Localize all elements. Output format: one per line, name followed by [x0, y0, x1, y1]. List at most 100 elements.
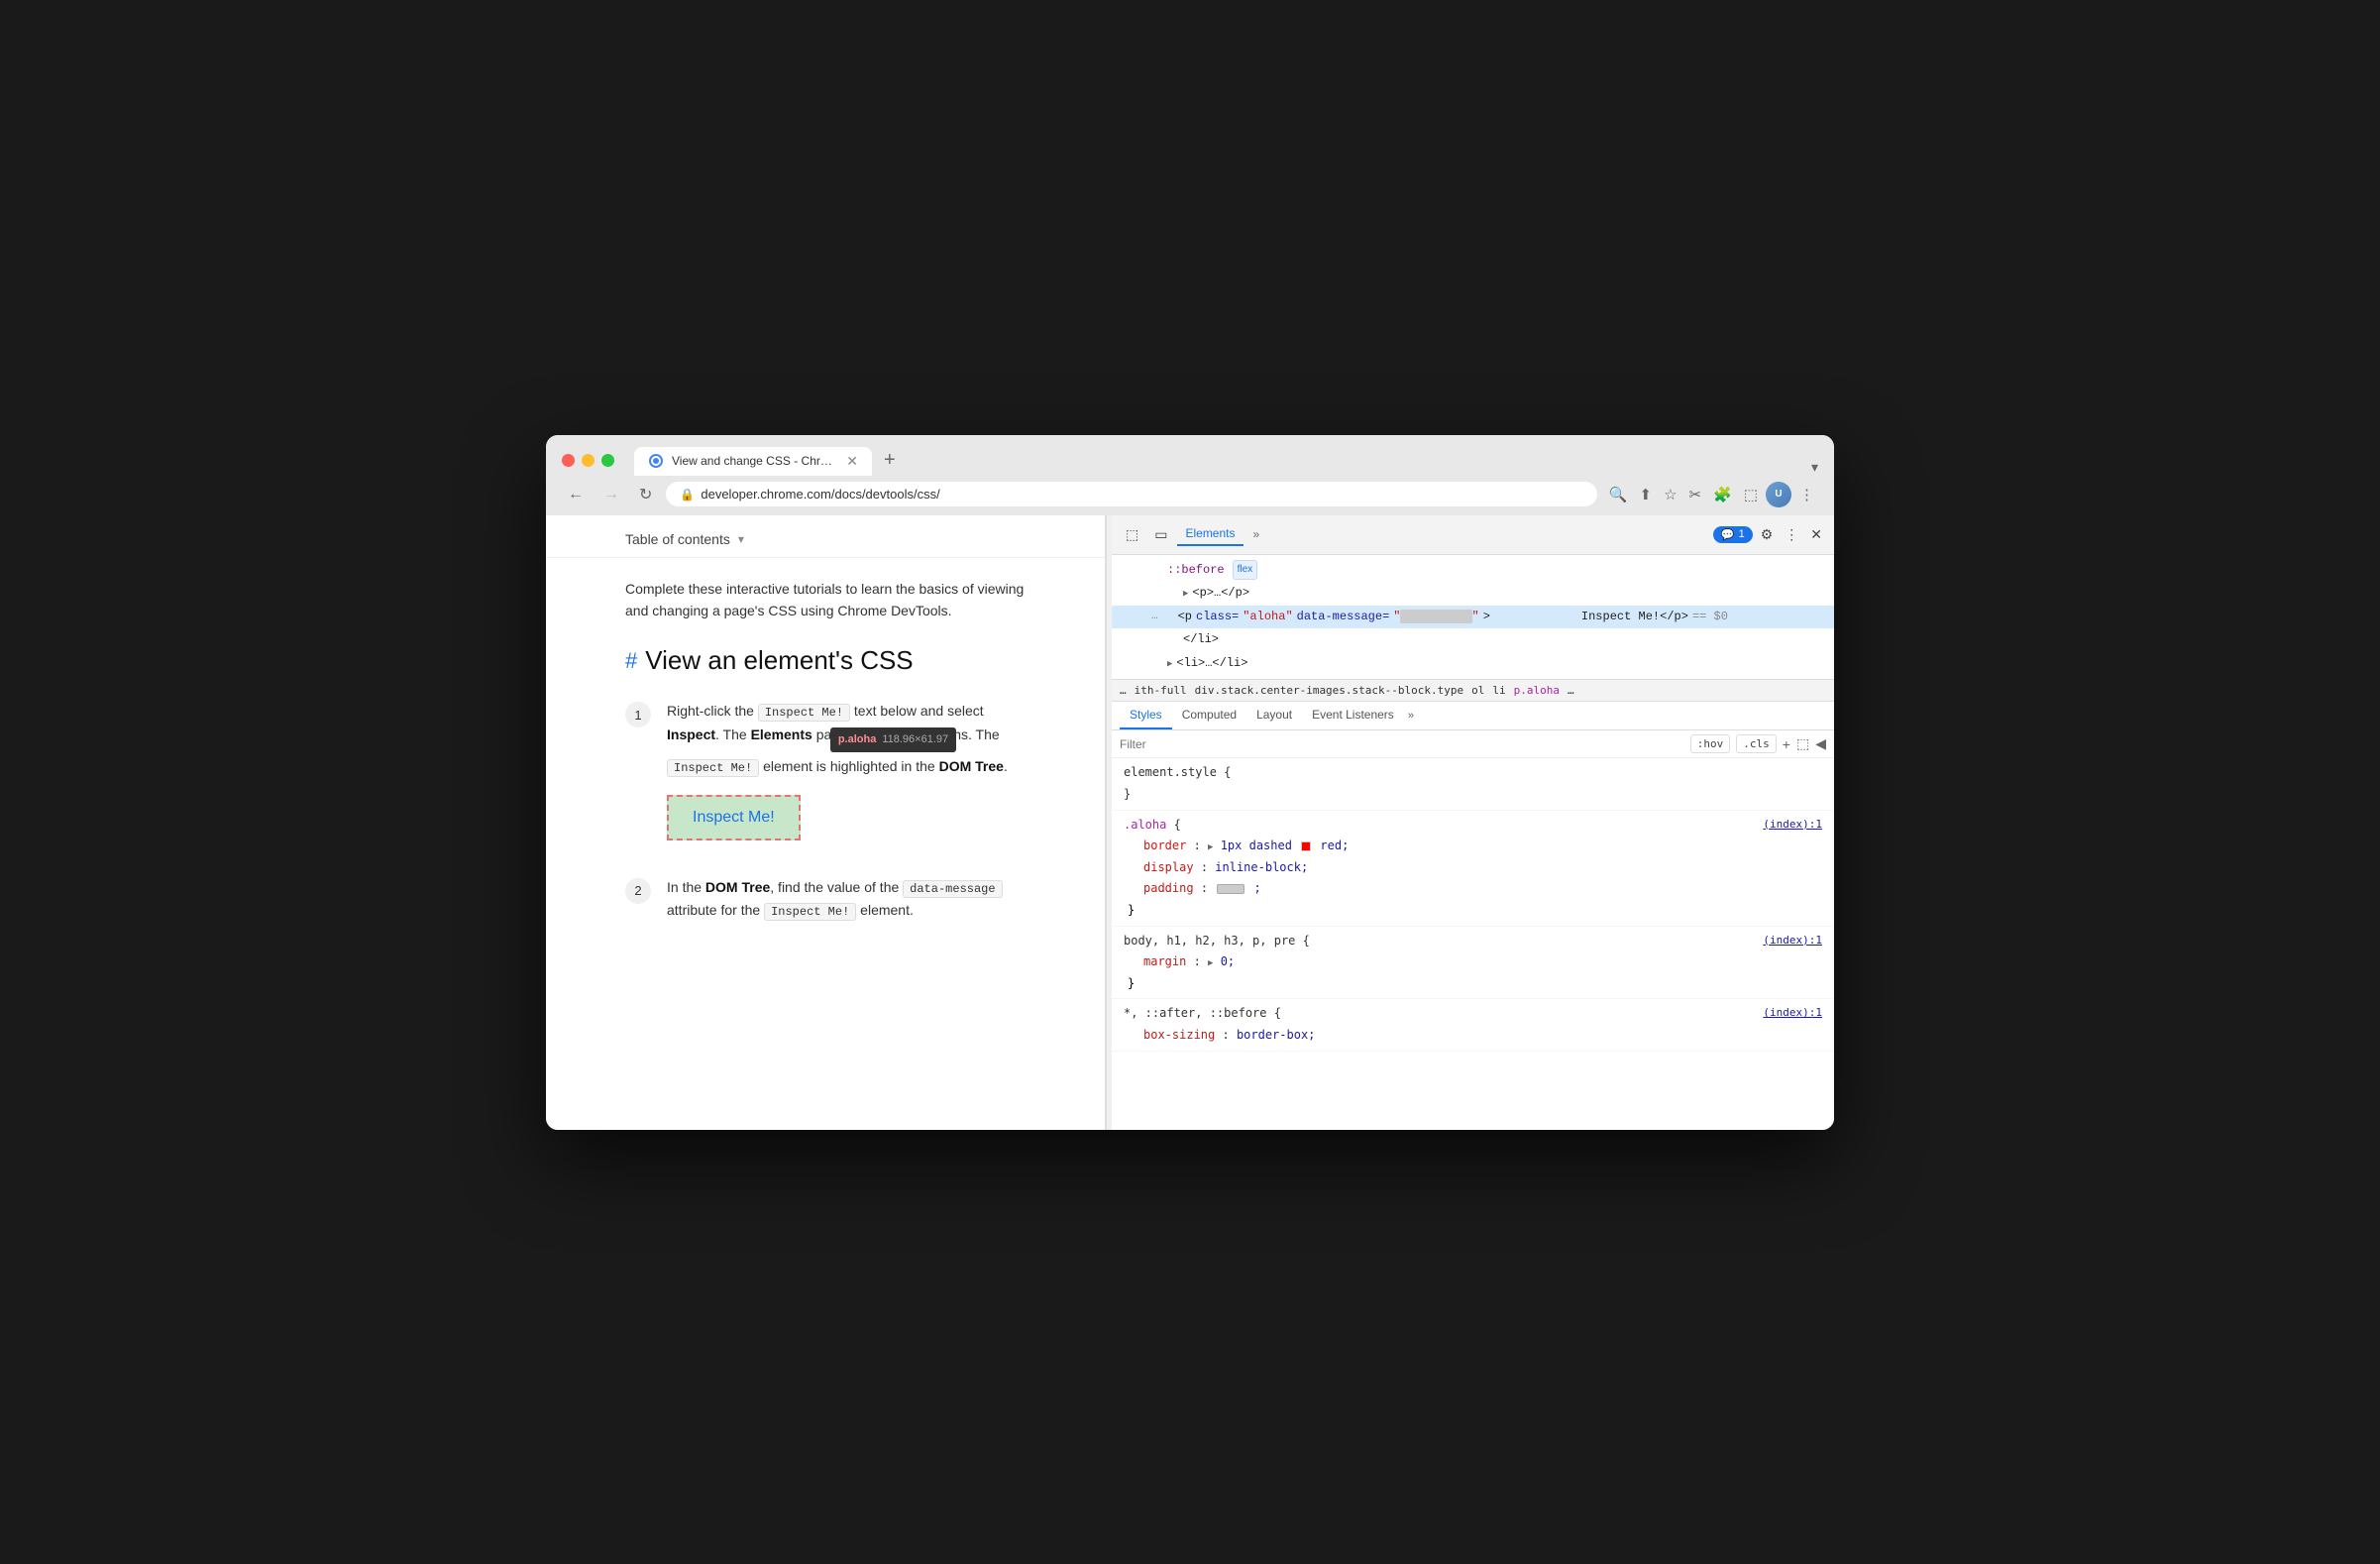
- bc-ol[interactable]: ol: [1471, 684, 1484, 697]
- border-triangle[interactable]: ▶: [1208, 842, 1213, 852]
- filter-actions: :hov .cls + ⬚ ◀: [1690, 734, 1826, 753]
- border-prop: border : ▶ 1px dashed red;: [1124, 836, 1822, 857]
- share-icon[interactable]: ⬆: [1636, 482, 1657, 507]
- back-button[interactable]: ←: [562, 484, 590, 505]
- url-text: developer.chrome.com/docs/devtools/css/: [701, 487, 1582, 502]
- step-1: 1 Right-click the Inspect Me! text below…: [625, 700, 1026, 855]
- address-field[interactable]: 🔒 developer.chrome.com/docs/devtools/css…: [666, 482, 1596, 506]
- body-source[interactable]: (index):1: [1763, 931, 1822, 950]
- page-content: Complete these interactive tutorials to …: [546, 558, 1105, 963]
- expand-triangle[interactable]: ▶: [1183, 586, 1188, 602]
- user-avatar[interactable]: U: [1766, 482, 1791, 507]
- section-heading: # View an element's CSS: [625, 645, 1026, 676]
- notifications-badge[interactable]: 💬 1: [1713, 526, 1753, 543]
- toc-header[interactable]: Table of contents ▾: [546, 515, 1105, 558]
- address-bar: ← → ↻ 🔒 developer.chrome.com/docs/devtoo…: [546, 476, 1834, 515]
- more-tabs-icon[interactable]: »: [1408, 710, 1414, 722]
- dom-line-p-aloha[interactable]: … <p class= "aloha" data-message= "█████…: [1112, 606, 1834, 629]
- aloha-source[interactable]: (index):1: [1763, 815, 1822, 835]
- element-style-selector: element.style {: [1124, 762, 1822, 784]
- body-selector: body, h1, h2, h3, p, pre {: [1124, 934, 1310, 948]
- before-pseudo: ::before: [1167, 560, 1225, 582]
- element-picker-button[interactable]: ⬚: [1120, 522, 1144, 547]
- badge-count: 1: [1739, 528, 1745, 540]
- dom-line-li-more: ▶ <li>…</li>: [1112, 652, 1834, 676]
- filter-bar: :hov .cls + ⬚ ◀: [1112, 730, 1834, 758]
- tab-close-button[interactable]: ✕: [846, 453, 858, 470]
- aloha-selector: .aloha {: [1124, 818, 1181, 832]
- tab-favicon: [648, 453, 664, 469]
- cls-filter-button[interactable]: .cls: [1736, 734, 1777, 753]
- li-expand-triangle[interactable]: ▶: [1167, 656, 1172, 672]
- dom-line-p-collapsed: ▶ <p>…</p>: [1112, 582, 1834, 606]
- red-color-swatch[interactable]: [1301, 841, 1311, 851]
- bc-end-ellipsis[interactable]: …: [1568, 684, 1574, 697]
- add-style-button[interactable]: +: [1783, 736, 1790, 752]
- event-listeners-tab[interactable]: Event Listeners: [1302, 702, 1404, 729]
- step-1-number: 1: [625, 702, 651, 727]
- margin-triangle[interactable]: ▶: [1208, 958, 1213, 968]
- toolbar-icons: 🔍 ⬆ ☆ ✂ 🧩 ⬚ U ⋮: [1605, 482, 1818, 507]
- filter-input[interactable]: [1120, 737, 1682, 751]
- toc-expand-icon[interactable]: ▾: [738, 532, 744, 546]
- p-content: Inspect Me!</p>: [1581, 607, 1688, 628]
- more-options-button[interactable]: ⋮: [1781, 522, 1802, 547]
- bc-p-aloha[interactable]: p.aloha: [1514, 684, 1560, 697]
- device-toggle-button[interactable]: ▭: [1148, 522, 1173, 547]
- tab-expand-icon: ▾: [1811, 459, 1818, 476]
- tooltip-tag: p.aloha: [838, 730, 877, 749]
- minimize-traffic-light[interactable]: [582, 454, 595, 467]
- p-data-msg-value: "██████████": [1393, 607, 1478, 628]
- margin-value: 0;: [1221, 954, 1235, 968]
- border-name: border: [1143, 838, 1186, 852]
- search-icon[interactable]: 🔍: [1605, 482, 1632, 507]
- lock-icon: 🔒: [680, 488, 695, 502]
- hov-filter-button[interactable]: :hov: [1690, 734, 1731, 753]
- step-2-text: In the DOM Tree, find the value of the d…: [667, 876, 1026, 924]
- display-name: display: [1143, 860, 1194, 874]
- p-data-msg-attr: data-message=: [1297, 607, 1390, 628]
- maximize-traffic-light[interactable]: [601, 454, 614, 467]
- close-traffic-light[interactable]: [562, 454, 575, 467]
- new-tab-button[interactable]: +: [876, 445, 904, 476]
- toc-label: Table of contents: [625, 531, 730, 547]
- toggle-sidebar-button[interactable]: ◀: [1815, 735, 1826, 752]
- element-tooltip: p.aloha 118.96×61.97: [830, 727, 956, 752]
- title-bar: View and change CSS - Chrom... ✕ + ▾: [546, 435, 1834, 476]
- tab-title: View and change CSS - Chrom...: [672, 454, 838, 468]
- aloha-rule: (index):1 .aloha { border : ▶ 1px dashed…: [1112, 811, 1834, 927]
- bc-ith-full[interactable]: ith-full: [1135, 684, 1187, 697]
- cut-icon[interactable]: ✂: [1685, 482, 1706, 507]
- step-2-number: 2: [625, 878, 651, 904]
- inspect-me-button[interactable]: Inspect Me!: [667, 795, 801, 840]
- main-content: Table of contents ▾ Complete these inter…: [546, 515, 1834, 1130]
- data-message-inline: data-message: [903, 880, 1002, 898]
- bc-div-stack[interactable]: div.stack.center-images.stack--block.typ…: [1195, 684, 1464, 697]
- elements-keyword: Elements: [751, 726, 812, 742]
- universal-source[interactable]: (index):1: [1763, 1003, 1822, 1023]
- forward-button[interactable]: →: [597, 484, 625, 505]
- profile-icon[interactable]: ⬚: [1740, 482, 1762, 507]
- refresh-button[interactable]: ↻: [633, 483, 658, 506]
- breadcrumb-bar: … ith-full div.stack.center-images.stack…: [1112, 680, 1834, 702]
- elements-tab[interactable]: Elements: [1177, 522, 1243, 546]
- computed-tab[interactable]: Computed: [1172, 702, 1246, 729]
- more-tabs-button[interactable]: »: [1247, 523, 1266, 545]
- menu-icon[interactable]: ⋮: [1795, 482, 1818, 507]
- bc-li[interactable]: li: [1492, 684, 1505, 697]
- new-style-rule-button[interactable]: ⬚: [1796, 735, 1809, 752]
- universal-selector-line: (index):1 *, ::after, ::before {: [1124, 1003, 1822, 1025]
- bookmark-icon[interactable]: ☆: [1660, 482, 1680, 507]
- bc-ellipsis[interactable]: …: [1120, 684, 1127, 697]
- layout-tab[interactable]: Layout: [1246, 702, 1302, 729]
- browser-window: View and change CSS - Chrom... ✕ + ▾ ← →…: [546, 435, 1834, 1130]
- styles-tab[interactable]: Styles: [1120, 702, 1172, 729]
- settings-button[interactable]: ⚙: [1757, 522, 1778, 547]
- element-style-close: }: [1124, 784, 1822, 806]
- active-tab[interactable]: View and change CSS - Chrom... ✕: [634, 447, 872, 476]
- extension-icon[interactable]: 🧩: [1709, 482, 1736, 507]
- dom-line-before: ::before flex: [1112, 559, 1834, 583]
- selector-text: element.style {: [1124, 765, 1231, 779]
- devtools-close-button[interactable]: ✕: [1806, 522, 1826, 547]
- li-collapsed: <li>…</li>: [1176, 653, 1247, 675]
